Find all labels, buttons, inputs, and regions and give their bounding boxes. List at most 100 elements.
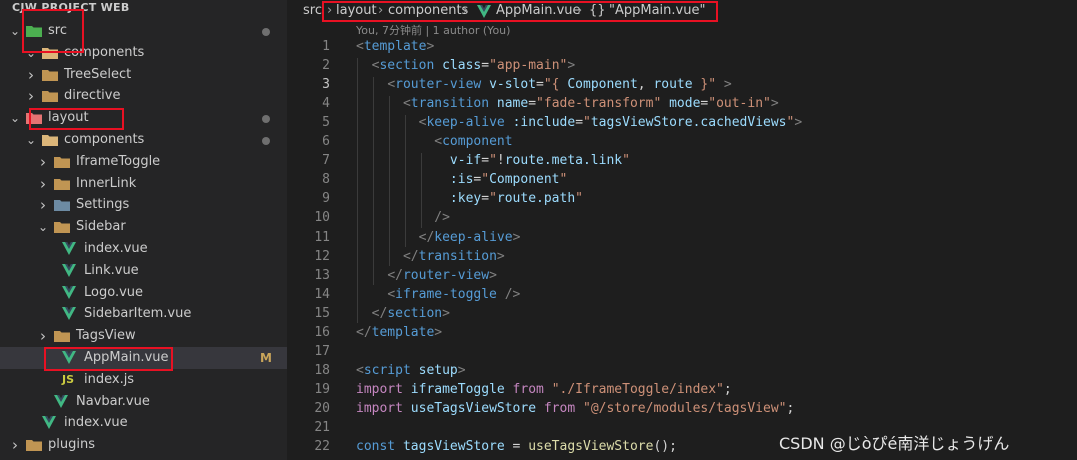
tree-item[interactable]: › plugins <box>0 434 287 456</box>
chevron-right-icon[interactable]: › <box>36 325 50 347</box>
line-number: 13 <box>314 267 330 283</box>
chevron-right-icon[interactable]: › <box>36 194 50 216</box>
explorer-sidebar: CJW PROJECT WEB ⌄ src ⌄ components › TreeSele… <box>0 0 287 460</box>
tree-item[interactable]: index.vue <box>0 412 287 434</box>
vue-icon <box>62 242 78 256</box>
modified-dot-icon <box>262 115 270 124</box>
code-text: <section class="app-main"> <box>371 58 576 74</box>
code-text: :key="route.path" <box>449 191 583 207</box>
code-line[interactable]: 16 </template> <box>287 323 1077 342</box>
tree-item[interactable]: › TreeSelect <box>0 64 287 86</box>
chevron-down-icon[interactable]: ⌄ <box>8 107 22 129</box>
code-line[interactable]: 1 <template> <box>287 37 1077 56</box>
code-line[interactable]: 13 </router-view> <box>287 266 1077 285</box>
tree-item[interactable]: › Settings <box>0 194 287 216</box>
breadcrumb-layout[interactable]: layout <box>336 0 377 22</box>
folder-icon <box>54 155 70 169</box>
line-number: 14 <box>314 286 330 302</box>
breadcrumb-file[interactable]: AppMain.vue <box>496 0 581 22</box>
tree-item-label: AppMain.vue <box>84 350 169 365</box>
tree-item[interactable]: › InnerLink <box>0 173 287 195</box>
tree-item-label: layout <box>48 110 89 126</box>
tree-item[interactable]: index.vue <box>0 238 287 260</box>
tree-item[interactable]: › TagsView <box>0 325 287 347</box>
code-line[interactable]: 2 <section class="app-main"> <box>287 56 1077 75</box>
line-number: 5 <box>322 115 330 131</box>
tree-item-label: Sidebar <box>76 219 126 235</box>
code-line[interactable]: 17 <box>287 342 1077 361</box>
line-number: 10 <box>314 210 330 226</box>
folder-icon <box>54 177 70 191</box>
tree-item[interactable]: SidebarItem.vue <box>0 303 287 325</box>
code-text: /> <box>434 210 450 226</box>
code-line[interactable]: 18 <script setup> <box>287 361 1077 380</box>
chevron-right-icon[interactable]: › <box>8 434 22 456</box>
chevron-down-icon[interactable]: ⌄ <box>36 216 50 238</box>
tree-item[interactable]: JS index.js <box>0 369 287 391</box>
vue-icon <box>62 307 78 321</box>
code-line[interactable]: 20 import useTagsViewStore from "@/store/… <box>287 399 1077 418</box>
code-line[interactable]: 15 </section> <box>287 304 1077 323</box>
tree-item[interactable]: ⌄ Sidebar <box>0 216 287 238</box>
chevron-right-icon[interactable]: › <box>24 64 38 86</box>
code-line[interactable]: 12 </transition> <box>287 247 1077 266</box>
line-number: 15 <box>314 305 330 321</box>
code-text: const tagsViewStore = useTagsViewStore()… <box>356 439 677 455</box>
tree-item-label: components <box>64 44 145 60</box>
indent-guide <box>373 77 374 285</box>
tree-item-label: TagsView <box>76 328 136 344</box>
chevron-right-icon[interactable]: › <box>36 151 50 173</box>
breadcrumb-root[interactable]: src <box>303 0 322 22</box>
code-line[interactable]: 4 <transition name="fade-transform" mode… <box>287 94 1077 113</box>
code-editor[interactable]: src › layout › components › AppMain.vue … <box>287 0 1077 460</box>
folder-open-icon <box>54 220 70 234</box>
tree-item-label: SidebarItem.vue <box>84 306 192 322</box>
tree-item-label: plugins <box>48 437 95 453</box>
indent-guide <box>389 96 390 266</box>
line-number: 11 <box>314 229 330 245</box>
tree-item[interactable]: ⌄ components <box>0 42 287 64</box>
breadcrumb: src › layout › components › AppMain.vue … <box>287 0 1077 22</box>
code-text: </template> <box>356 324 443 340</box>
line-number: 16 <box>314 324 330 340</box>
tree-item[interactable]: Navbar.vue <box>0 391 287 413</box>
code-text: <script setup> <box>356 362 466 378</box>
code-text: :is="Component" <box>449 172 568 188</box>
breadcrumb-components[interactable]: components <box>388 0 468 22</box>
modified-dot-icon <box>262 137 270 145</box>
code-line[interactable]: 19 import iframeToggle from "./IframeTogg… <box>287 380 1077 399</box>
code-line[interactable]: 14 <iframe-toggle /> <box>287 285 1077 304</box>
tree-item[interactable]: › IframeToggle <box>0 151 287 173</box>
chevron-down-icon[interactable]: ⌄ <box>24 42 38 64</box>
breadcrumb-symbol[interactable]: "AppMain.vue" <box>609 0 705 22</box>
line-number: 18 <box>314 362 330 378</box>
tree-item[interactable]: Link.vue <box>0 260 287 282</box>
tree-item-label: Logo.vue <box>84 284 144 300</box>
tree-item[interactable]: AppMain.vue M <box>0 347 287 369</box>
line-number: 3 <box>322 77 330 93</box>
line-number: 22 <box>314 439 330 455</box>
chevron-right-icon[interactable]: › <box>24 85 38 107</box>
code-line[interactable]: 3 <router-view v-slot="{ Component, rout… <box>287 75 1077 94</box>
chevron-down-icon[interactable]: ⌄ <box>24 129 38 151</box>
tree-item[interactable]: › directive <box>0 85 287 107</box>
tree-item[interactable]: Logo.vue <box>0 282 287 304</box>
tree-item-label: src <box>48 23 67 38</box>
watermark: CSDN @じòぴé南洋じょうげん <box>779 434 1010 453</box>
line-number: 21 <box>314 420 330 435</box>
tree-item[interactable]: ⌄ src <box>0 20 287 42</box>
tree-item[interactable]: ⌄ components <box>0 129 287 151</box>
chevron-right-icon[interactable]: › <box>36 173 50 195</box>
line-number: 17 <box>314 343 330 359</box>
chevron-down-icon[interactable]: ⌄ <box>8 20 22 42</box>
line-number: 7 <box>322 153 330 169</box>
code-text: v-if="!route.meta.link" <box>449 153 630 169</box>
src-folder-icon <box>26 24 42 38</box>
code-text: </transition> <box>402 248 505 264</box>
line-number: 2 <box>322 58 330 74</box>
folder-icon <box>42 68 58 82</box>
tree-item[interactable]: ⌄ layout <box>0 107 287 129</box>
line-number: 20 <box>314 400 330 416</box>
tree-item-label: index.vue <box>84 241 148 256</box>
code-text: <router-view v-slot="{ Component, route … <box>387 77 732 93</box>
